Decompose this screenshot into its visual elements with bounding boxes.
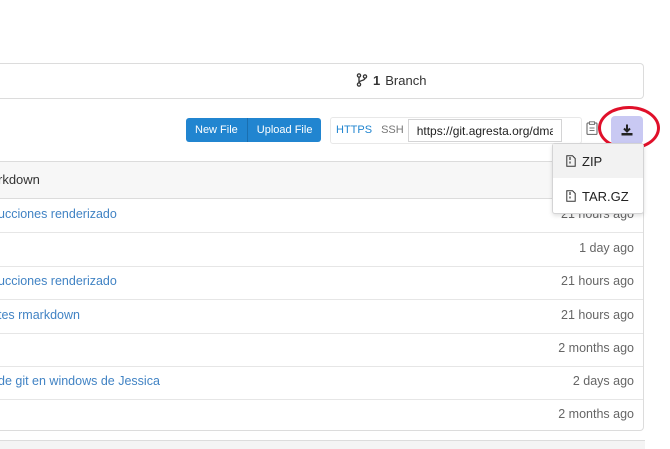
- table-row: ucciones renderizado 21 hours ago: [0, 266, 643, 300]
- clone-panel: HTTPS SSH: [330, 117, 582, 144]
- commit-message-link[interactable]: ucciones renderizado: [0, 207, 117, 221]
- table-row: 1 day ago: [0, 233, 643, 267]
- repo-stats-bar: [0, 63, 644, 99]
- latest-commit-message[interactable]: rkdown: [0, 172, 40, 187]
- download-targz-label: TAR.GZ: [582, 188, 629, 204]
- commit-age: 2 days ago: [572, 374, 634, 388]
- commit-age: 21 hours ago: [561, 274, 634, 288]
- download-zip-item[interactable]: ZIP: [553, 144, 643, 178]
- commit-age: 21 hours ago: [561, 308, 634, 322]
- commit-age: 2 months ago: [558, 407, 634, 421]
- download-menu: ZIP TAR.GZ: [552, 143, 644, 214]
- commit-message-link[interactable]: de git en windows de Jessica: [0, 374, 160, 388]
- branch-count: 1: [373, 72, 381, 88]
- download-icon: [621, 124, 633, 136]
- commit-message-link[interactable]: ucciones renderizado: [0, 274, 117, 288]
- table-row: 2 months ago: [0, 399, 643, 432]
- ssh-toggle[interactable]: SSH: [377, 118, 408, 143]
- table-row: de git en windows de Jessica 2 days ago: [0, 366, 643, 400]
- file-commit-list: rkdown ucciones renderizado 21 hours ago…: [0, 161, 644, 431]
- download-zip-label: ZIP: [582, 153, 603, 169]
- clone-url-input[interactable]: [407, 119, 562, 142]
- table-row: 2 months ago: [0, 333, 643, 367]
- commit-age: 2 months ago: [558, 341, 634, 355]
- table-row: ucciones renderizado 21 hours ago: [0, 199, 643, 233]
- https-toggle[interactable]: HTTPS: [331, 118, 377, 143]
- file-actions-group: New File Upload File: [186, 118, 322, 142]
- git-branch-icon: [356, 73, 368, 87]
- table-row: tes rmarkdown 21 hours ago: [0, 300, 643, 334]
- upload-file-button[interactable]: Upload File: [246, 118, 322, 142]
- branch-label: Branch: [385, 72, 427, 88]
- archive-file-icon: [566, 155, 576, 167]
- download-targz-item[interactable]: TAR.GZ: [553, 179, 643, 213]
- commit-age: 1 day ago: [579, 241, 634, 255]
- list-header: rkdown: [0, 162, 643, 199]
- archive-file-icon: [566, 190, 576, 202]
- new-file-button[interactable]: New File: [186, 118, 247, 142]
- clipboard-icon[interactable]: [586, 121, 598, 135]
- commit-message-link[interactable]: tes rmarkdown: [0, 308, 80, 322]
- download-button[interactable]: [611, 116, 643, 144]
- branch-count-link[interactable]: 1 Branch: [356, 72, 426, 88]
